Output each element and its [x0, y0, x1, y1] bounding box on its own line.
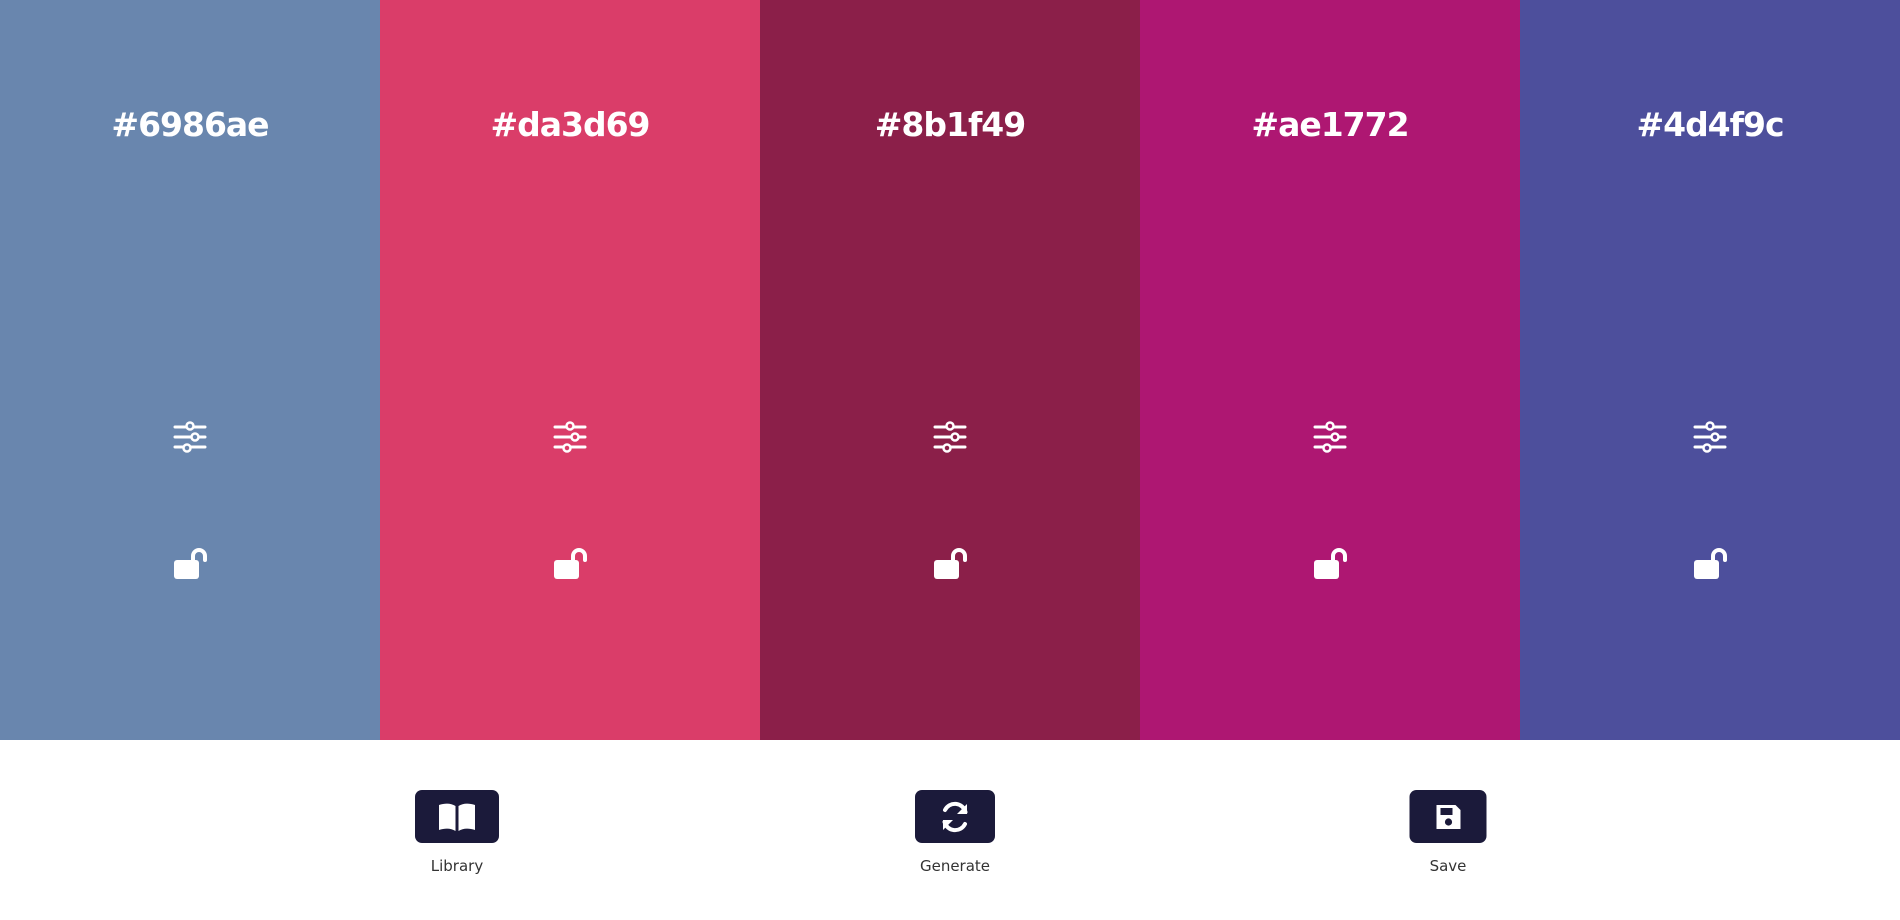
library-label: Library — [430, 857, 484, 875]
adjust-button[interactable] — [168, 415, 212, 459]
color-swatch-5: #4d4f9c — [1520, 0, 1900, 740]
hex-code[interactable]: #4d4f9c — [1520, 105, 1900, 144]
color-swatch-2: #da3d69 — [380, 0, 760, 740]
generate-label: Generate — [919, 857, 991, 875]
unlock-icon — [934, 548, 967, 579]
unlock-icon — [1694, 548, 1727, 579]
generate-tool: Generate — [915, 790, 995, 875]
unlock-icon — [1314, 548, 1347, 579]
save-label: Save — [1429, 857, 1467, 875]
adjust-button[interactable] — [1688, 415, 1732, 459]
save-button[interactable] — [1409, 790, 1487, 843]
adjust-button[interactable] — [1308, 415, 1352, 459]
hex-code[interactable]: #6986ae — [0, 105, 380, 144]
hex-code[interactable]: #8b1f49 — [760, 105, 1140, 144]
lock-button[interactable] — [928, 541, 972, 585]
color-swatch-3: #8b1f49 — [760, 0, 1140, 740]
generate-button[interactable] — [915, 790, 995, 843]
floppy-disk-icon — [1436, 804, 1460, 829]
bottom-toolbar: Library Generate Save — [0, 740, 1900, 920]
library-tool: Library — [415, 790, 499, 875]
refresh-icon — [942, 801, 968, 832]
sliders-icon — [553, 421, 587, 453]
hex-code[interactable]: #da3d69 — [380, 105, 760, 144]
adjust-button[interactable] — [548, 415, 592, 459]
lock-button[interactable] — [1308, 541, 1352, 585]
sliders-icon — [933, 421, 967, 453]
sliders-icon — [173, 421, 207, 453]
palette: #6986ae #da3d69 #8b1f49 #ae1772 #4d4f9c — [0, 0, 1900, 740]
lock-button[interactable] — [1688, 541, 1732, 585]
hex-code[interactable]: #ae1772 — [1140, 105, 1520, 144]
color-swatch-4: #ae1772 — [1140, 0, 1520, 740]
lock-button[interactable] — [168, 541, 212, 585]
save-tool: Save — [1409, 790, 1487, 875]
lock-button[interactable] — [548, 541, 592, 585]
adjust-button[interactable] — [928, 415, 972, 459]
color-swatch-1: #6986ae — [0, 0, 380, 740]
unlock-icon — [554, 548, 587, 579]
library-button[interactable] — [415, 790, 499, 843]
sliders-icon — [1313, 421, 1347, 453]
sliders-icon — [1693, 421, 1727, 453]
book-open-icon — [439, 803, 475, 831]
unlock-icon — [174, 548, 207, 579]
